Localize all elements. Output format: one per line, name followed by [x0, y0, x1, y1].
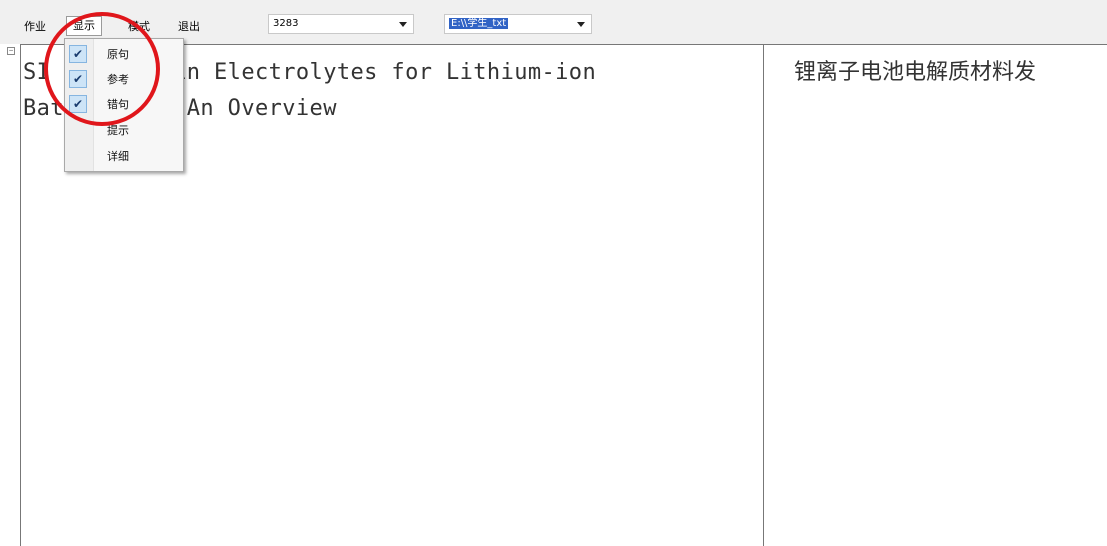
chevron-down-icon — [399, 22, 407, 27]
check-icon: ✔ — [69, 70, 87, 88]
check-icon: ✔ — [69, 45, 87, 63]
chevron-down-icon — [577, 22, 585, 27]
menu-item-label: 参考 — [107, 73, 129, 86]
collapse-icon[interactable]: − — [7, 47, 15, 55]
menu-item-error[interactable]: ✔ 错句 — [65, 93, 183, 117]
display-dropdown-menu: ✔ 原句 ✔ 参考 ✔ 错句 提示 详细 — [64, 38, 184, 172]
menu-item-reference[interactable]: ✔ 参考 — [65, 68, 183, 92]
translation-text: 锂离子电池电解质材料发 — [794, 60, 1037, 85]
menu-display[interactable]: 显示 — [66, 16, 102, 36]
file-combo[interactable]: E:\\学生_txt — [444, 14, 592, 34]
menu-work[interactable]: 作业 — [20, 18, 50, 36]
menu-item-label: 详细 — [107, 150, 129, 163]
menu-item-label: 提示 — [107, 124, 129, 137]
file-combo-value: E:\\学生_txt — [449, 18, 509, 29]
check-icon: ✔ — [69, 95, 87, 113]
menu-mode[interactable]: 模式 — [124, 18, 154, 36]
menu-item-detail[interactable]: 详细 — [65, 145, 183, 169]
menu-item-original[interactable]: ✔ 原句 — [65, 43, 183, 67]
number-combo-value: 3283 — [273, 18, 299, 29]
menu-exit[interactable]: 退出 — [174, 18, 204, 36]
translation-pane[interactable]: 锂离子电池电解质材料发 — [763, 44, 1107, 546]
menu-item-label: 错句 — [107, 98, 129, 111]
number-combo[interactable]: 3283 — [268, 14, 414, 34]
menu-item-label: 原句 — [107, 48, 129, 61]
menu-item-hint[interactable]: 提示 — [65, 119, 183, 143]
